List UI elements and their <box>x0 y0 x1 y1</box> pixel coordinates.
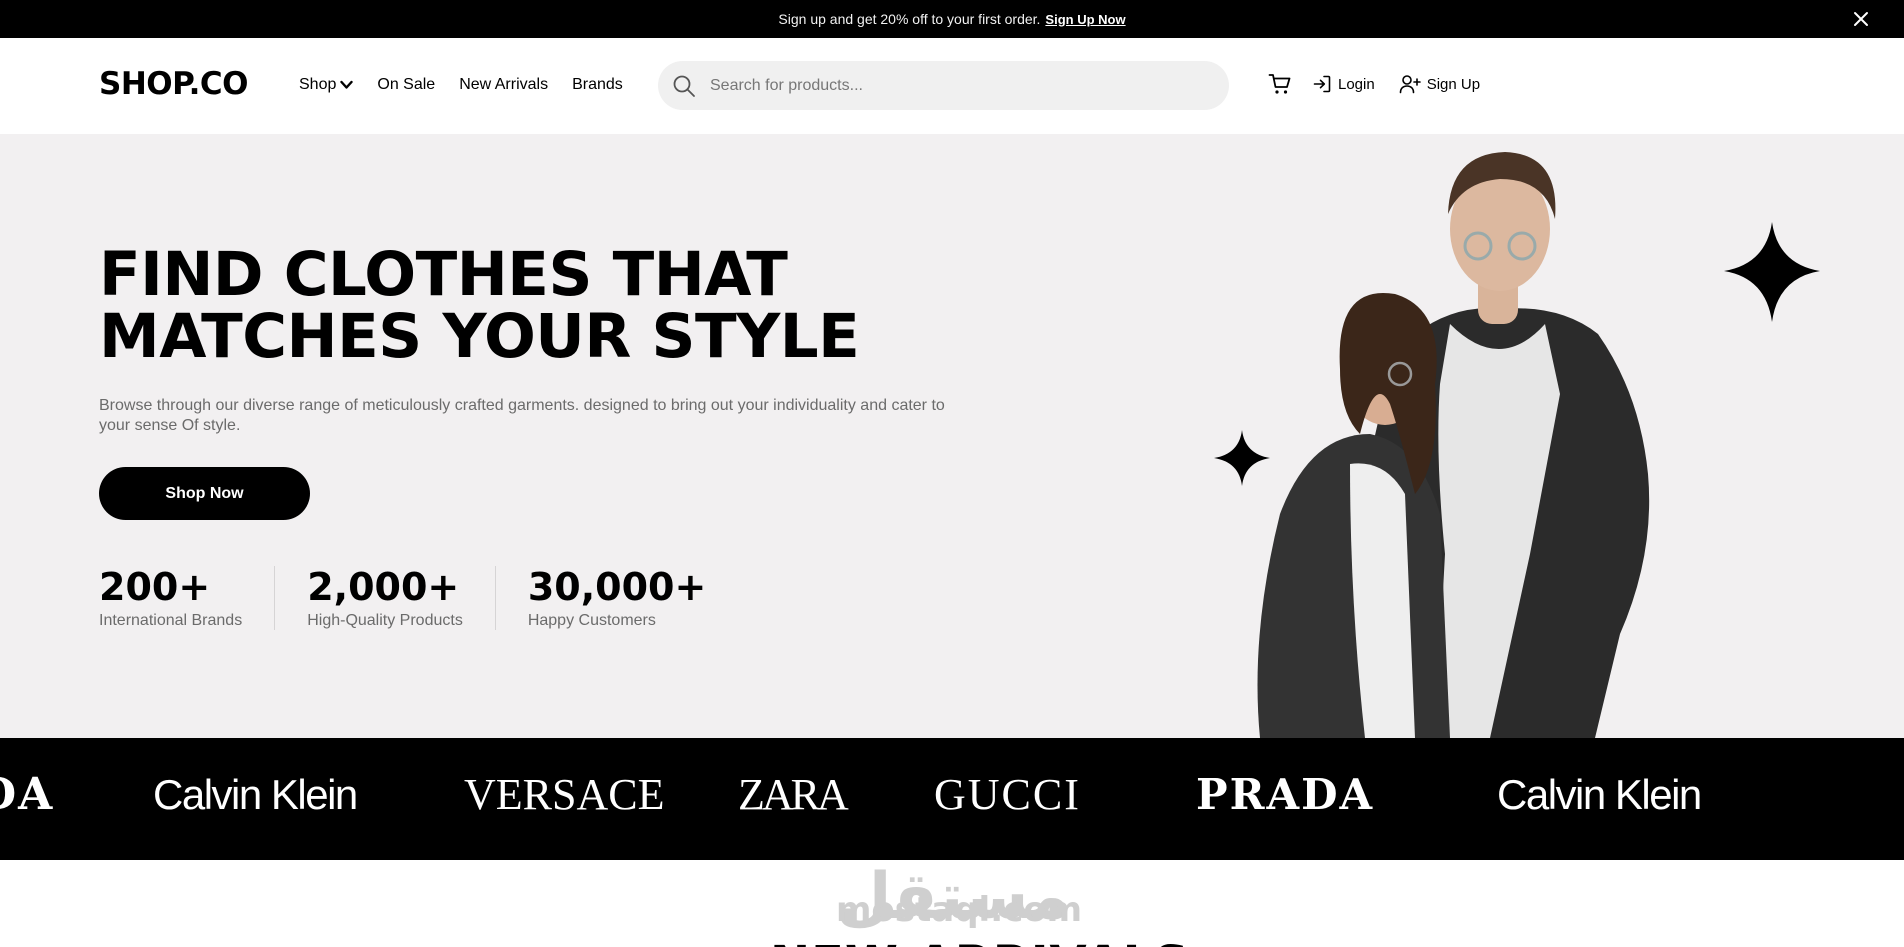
stat-label: Happy Customers <box>527 612 656 629</box>
brand-logo-versace: VERSACE <box>464 770 665 819</box>
new-arrivals-section: مستقل mostaql.com NEW ARRIVALS <box>0 860 1904 947</box>
stat-value: 2,000+ <box>307 565 460 609</box>
login-icon <box>1313 75 1331 93</box>
cart-icon[interactable] <box>1268 72 1292 96</box>
header-actions: Login Sign Up <box>1268 72 1504 96</box>
hero-headline: FIND CLOTHES THAT MATCHES YOUR STYLE <box>99 244 999 368</box>
nav-item-label: Shop <box>299 76 337 93</box>
close-icon[interactable] <box>1852 10 1870 28</box>
signup-button[interactable]: Sign Up <box>1399 74 1480 94</box>
sparkle-icon <box>1724 222 1820 322</box>
main-nav: Shop On Sale New Arrivals Brands <box>299 76 647 94</box>
search-bar[interactable] <box>658 61 1229 110</box>
nav-item-label: Brands <box>572 76 623 93</box>
stat-products: 2,000+ High-Quality Products <box>274 566 495 630</box>
nav-item-on-sale[interactable]: On Sale <box>377 76 435 94</box>
chevron-down-icon <box>340 80 354 89</box>
stat-value: 200+ <box>99 565 211 609</box>
user-plus-icon <box>1399 75 1421 94</box>
stat-value: 30,000+ <box>527 565 707 609</box>
hero-stats: 200+ International Brands 2,000+ High-Qu… <box>99 566 738 630</box>
hero-headline-line2: MATCHES YOUR STYLE <box>99 301 860 372</box>
announcement-message: Sign up and get 20% off to your first or… <box>778 11 1041 27</box>
hero-headline-line1: FIND CLOTHES THAT <box>99 239 788 310</box>
nav-item-brands[interactable]: Brands <box>572 76 623 94</box>
search-input[interactable] <box>710 76 1190 95</box>
hero-image <box>1214 152 1820 738</box>
brand-strip: DA Calvin Klein VERSACE ZARA GUCCI PRADA… <box>0 738 1904 860</box>
brand-logo-zara: ZARA <box>738 770 849 819</box>
hero-description: Browse through our diverse range of meti… <box>99 397 945 434</box>
stat-customers: 30,000+ Happy Customers <box>494 565 738 630</box>
announcement-signup-link[interactable]: Sign Up Now <box>1045 12 1125 27</box>
shop-now-button[interactable]: Shop Now <box>99 467 310 520</box>
brand-logo-calvin-klein: Calvin Klein <box>153 771 358 818</box>
stat-label: High-Quality Products <box>307 612 463 629</box>
brand-logo-prada-partial: DA <box>0 769 55 820</box>
announcement-bar: Sign up and get 20% off to your first or… <box>0 0 1904 38</box>
stat-brands: 200+ International Brands <box>99 566 274 630</box>
brand-logo-calvin-klein: Calvin Klein <box>1497 771 1702 818</box>
login-label: Login <box>1338 75 1375 93</box>
brand-logo-gucci: GUCCI <box>934 770 1081 819</box>
nav-item-shop[interactable]: Shop <box>299 76 354 94</box>
sparkle-icon <box>1214 430 1270 486</box>
site-header: SHOP.CO Shop On Sale New Arrivals Brands <box>0 38 1904 134</box>
watermark-latin: mostaql.com <box>836 890 1083 930</box>
hero-section: FIND CLOTHES THAT MATCHES YOUR STYLE Bro… <box>0 134 1904 738</box>
brand-logo-prada: PRADA <box>1196 770 1375 819</box>
search-icon <box>673 75 695 97</box>
site-logo[interactable]: SHOP.CO <box>99 66 249 102</box>
stat-label: International Brands <box>99 612 243 629</box>
nav-item-label: On Sale <box>377 76 436 93</box>
nav-item-new-arrivals[interactable]: New Arrivals <box>459 76 548 94</box>
nav-item-label: New Arrivals <box>459 76 549 93</box>
section-title: NEW ARRIVALS <box>770 936 1190 947</box>
signup-label: Sign Up <box>1426 75 1481 93</box>
login-button[interactable]: Login <box>1312 74 1375 94</box>
